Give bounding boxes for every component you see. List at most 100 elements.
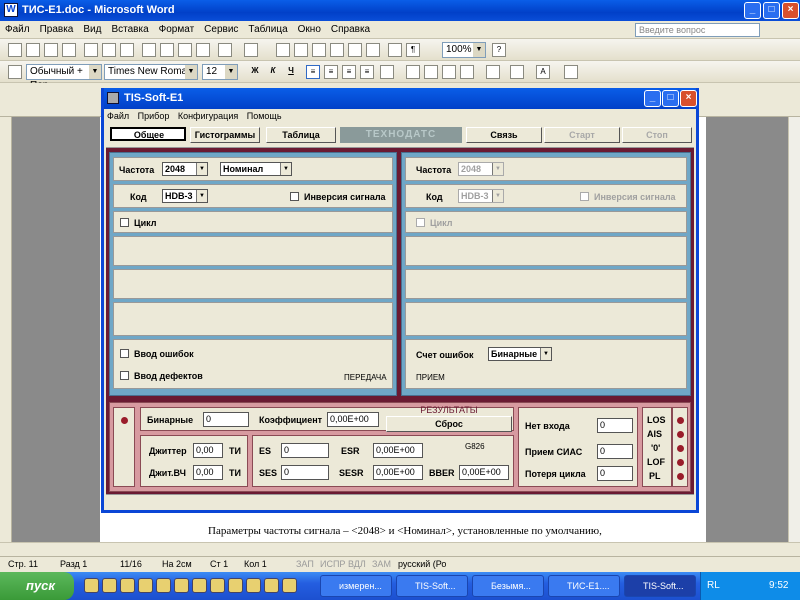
stop-button[interactable]: Стоп <box>622 127 692 143</box>
task-tis-soft-2[interactable]: TIS-Soft... <box>624 575 696 597</box>
underline-button[interactable]: Ч <box>284 65 298 79</box>
task-word[interactable]: ТИС-Е1.... <box>548 575 620 597</box>
align-center-icon[interactable]: ≡ <box>324 65 338 79</box>
columns-icon[interactable] <box>348 43 362 57</box>
menu-format[interactable]: Формат <box>154 21 200 39</box>
copy-icon[interactable] <box>160 43 174 57</box>
bullets-icon[interactable] <box>424 65 438 79</box>
quicklaunch-icon[interactable] <box>228 578 243 593</box>
menu-edit[interactable]: Правка <box>35 21 79 39</box>
menu-view[interactable]: Вид <box>78 21 106 39</box>
format-painter-icon[interactable] <box>196 43 210 57</box>
bold-button[interactable]: Ж <box>248 65 262 79</box>
quicklaunch-icon[interactable] <box>282 578 297 593</box>
font-size-select[interactable]: 12 ▼ <box>202 64 238 80</box>
close-icon[interactable]: × <box>782 2 799 19</box>
help-icon[interactable]: ? <box>492 43 506 57</box>
drawing-icon[interactable] <box>366 43 380 57</box>
tis-minimize-icon[interactable]: _ <box>644 90 661 107</box>
redo-icon[interactable] <box>244 43 258 57</box>
quicklaunch-icon[interactable] <box>174 578 189 593</box>
excel-icon[interactable] <box>330 43 344 57</box>
maximize-icon[interactable]: □ <box>763 2 780 19</box>
general-tab[interactable]: Общее <box>110 127 186 141</box>
link-button[interactable]: Связь <box>466 127 542 143</box>
line-spacing-icon[interactable] <box>380 65 394 79</box>
justify-icon[interactable]: ≡ <box>360 65 374 79</box>
font-select[interactable]: Times New Roman ▼ <box>104 64 198 80</box>
quicklaunch-icon[interactable] <box>84 578 99 593</box>
pilcrow-icon[interactable]: ¶ <box>406 43 420 57</box>
border-icon[interactable] <box>486 65 500 79</box>
quicklaunch-icon[interactable] <box>246 578 261 593</box>
ask-question-input[interactable]: Введите вопрос <box>635 23 760 37</box>
styles-icon[interactable] <box>8 65 22 79</box>
table-tab[interactable]: Таблица <box>266 127 336 143</box>
tx-inversion-checkbox[interactable] <box>290 192 299 201</box>
rx-inversion-checkbox[interactable] <box>580 192 589 201</box>
decrease-indent-icon[interactable] <box>442 65 456 79</box>
increase-indent-icon[interactable] <box>460 65 474 79</box>
tables-icon[interactable] <box>294 43 308 57</box>
print-icon[interactable] <box>84 43 98 57</box>
tx-error-checkbox[interactable] <box>120 349 129 358</box>
status-trk[interactable]: ИСПР <box>320 557 345 572</box>
menu-insert[interactable]: Вставка <box>106 21 153 39</box>
start-button[interactable]: пуск <box>0 572 74 600</box>
hyperlink-icon[interactable] <box>276 43 290 57</box>
paste-icon[interactable] <box>178 43 192 57</box>
font-color-icon[interactable]: A <box>536 65 550 79</box>
docmap-icon[interactable] <box>388 43 402 57</box>
zoom-select[interactable]: 100% ▼ <box>442 42 486 58</box>
tis-menu-file[interactable]: Файл <box>107 111 129 121</box>
quicklaunch-icon[interactable] <box>156 578 171 593</box>
rx-cycle-checkbox[interactable] <box>416 218 425 227</box>
quicklaunch-icon[interactable] <box>210 578 225 593</box>
histograms-tab[interactable]: Гистограммы <box>190 127 260 143</box>
quicklaunch-icon[interactable] <box>264 578 279 593</box>
language-indicator[interactable]: RL <box>707 572 720 600</box>
align-left-icon[interactable]: ≡ <box>306 65 320 79</box>
quicklaunch-icon[interactable] <box>120 578 135 593</box>
rx-errmode-select[interactable]: Бинарные ▼ <box>488 347 552 361</box>
horizontal-scrollbar[interactable] <box>0 542 800 556</box>
vertical-scrollbar[interactable] <box>788 117 800 542</box>
menu-file[interactable]: Файл <box>0 21 35 39</box>
tis-close-icon[interactable]: × <box>680 90 697 107</box>
quicklaunch-icon[interactable] <box>102 578 117 593</box>
new-icon[interactable] <box>8 43 22 57</box>
save-icon[interactable] <box>44 43 58 57</box>
status-ext[interactable]: ВДЛ <box>348 557 366 572</box>
cut-icon[interactable] <box>142 43 156 57</box>
tis-maximize-icon[interactable]: □ <box>662 90 679 107</box>
menu-table[interactable]: Таблица <box>243 21 292 39</box>
tis-menu-config[interactable]: Конфигурация <box>178 111 238 121</box>
align-right-icon[interactable]: ≡ <box>342 65 356 79</box>
task-tis-soft-1[interactable]: TIS-Soft... <box>396 575 468 597</box>
minimize-icon[interactable]: _ <box>744 2 761 19</box>
start-measure-button[interactable]: Старт <box>544 127 620 143</box>
tis-menu-device[interactable]: Прибор <box>138 111 170 121</box>
task-paint[interactable]: Безымя... <box>472 575 544 597</box>
spelling-icon[interactable] <box>120 43 134 57</box>
undo-icon[interactable] <box>218 43 232 57</box>
style-select[interactable]: Обычный + Пер▼ <box>26 64 102 91</box>
reset-button[interactable]: Сброс <box>386 416 512 432</box>
status-ovr[interactable]: ЗАМ <box>372 557 391 572</box>
research-icon[interactable] <box>564 65 578 79</box>
rx-code-select[interactable]: HDB-3 ▼ <box>458 189 504 203</box>
rx-freq-select[interactable]: 2048 ▼ <box>458 162 504 176</box>
quicklaunch-icon[interactable] <box>192 578 207 593</box>
tx-freq-select[interactable]: 2048 ▼ <box>162 162 208 176</box>
highlight-icon[interactable] <box>510 65 524 79</box>
tx-cycle-checkbox[interactable] <box>120 218 129 227</box>
tx-nominal-select[interactable]: Номинал ▼ <box>220 162 292 176</box>
open-icon[interactable] <box>26 43 40 57</box>
insert-table-icon[interactable] <box>312 43 326 57</box>
quicklaunch-icon[interactable] <box>138 578 153 593</box>
italic-button[interactable]: К <box>266 65 280 79</box>
menu-help[interactable]: Справка <box>326 21 375 39</box>
tis-menu-help[interactable]: Помощь <box>247 111 282 121</box>
tx-code-select[interactable]: HDB-3 ▼ <box>162 189 208 203</box>
status-rec[interactable]: ЗАП <box>296 557 314 572</box>
